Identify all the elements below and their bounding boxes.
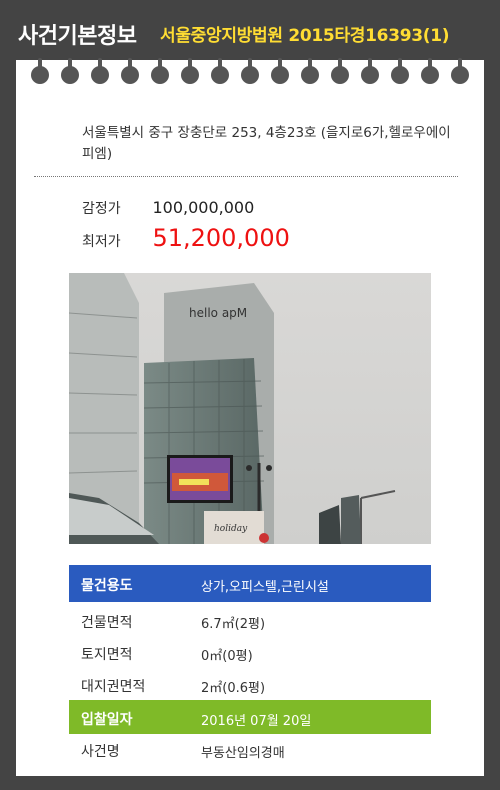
property-photo[interactable]: hello apM holiday [69,273,431,544]
binder-ring-icon [421,58,439,84]
land-area-value: 0㎡(0평) [201,649,253,664]
appraisal-value: 100,000,000 [152,198,255,217]
holiday-banner: holiday [214,524,248,534]
land-right-area-label: 대지권면적 [81,679,146,695]
case-name-value: 부동산임의경매 [201,746,285,761]
detail-row-building-area: 건물면적 6.7㎡(2평) [69,603,431,637]
binder-ring-icon [31,58,49,84]
binder-ring-icon [211,58,229,84]
page-title: 사건기본정보 [18,24,137,49]
binder-ring-icon [331,58,349,84]
detail-row-case-name: 사건명 부동산임의경매 [69,732,431,766]
detail-row-usage: 물건용도 상가,오피스텔,근린시설 [69,565,431,602]
building-sign: hello apM [189,306,247,320]
detail-row-land-right-area: 대지권면적 2㎡(0.6평) [69,667,431,701]
minimum-value: 51,200,000 [152,224,290,252]
detail-row-bid-date: 입찰일자 2016년 07월 20일 [69,700,431,734]
building-photo-image: hello apM holiday [69,273,431,544]
dotted-divider [34,176,458,177]
binder-ring-icon [91,58,109,84]
property-address: 서울특별시 중구 장충단로 253, 4층23호 (을지로6가,헬로우에이피엠) [82,125,451,162]
binder-ring-icon [391,58,409,84]
header: 사건기본정보 서울중앙지방법원 2015타경16393(1) [0,0,500,60]
binder-rings [16,58,484,90]
binder-ring-icon [181,58,199,84]
case-name-label: 사건명 [81,744,120,760]
detail-row-land-area: 토지면적 0㎡(0평) [69,635,431,669]
usage-label: 물건용도 [81,578,133,594]
binder-ring-icon [271,58,289,84]
minimum-label: 최저가 [82,234,121,250]
binder-ring-icon [121,58,139,84]
minimum-price-row: 최저가 51,200,000 [82,224,290,252]
binder-ring-icon [61,58,79,84]
binder-ring-icon [151,58,169,84]
land-right-area-value: 2㎡(0.6평) [201,681,266,696]
appraisal-price-row: 감정가 100,000,000 [82,198,254,218]
building-area-value: 6.7㎡(2평) [201,617,266,632]
binder-ring-icon [451,58,469,84]
building-area-label: 건물면적 [81,615,133,631]
appraisal-label: 감정가 [82,201,121,217]
bid-date-value: 2016년 07월 20일 [201,714,312,729]
case-number: 서울중앙지방법원 2015타경16393(1) [160,26,450,46]
bid-date-label: 입찰일자 [81,712,133,728]
binder-ring-icon [241,58,259,84]
usage-value: 상가,오피스텔,근린시설 [201,580,329,595]
binder-ring-icon [361,58,379,84]
binder-ring-icon [301,58,319,84]
land-area-label: 토지면적 [81,647,133,663]
